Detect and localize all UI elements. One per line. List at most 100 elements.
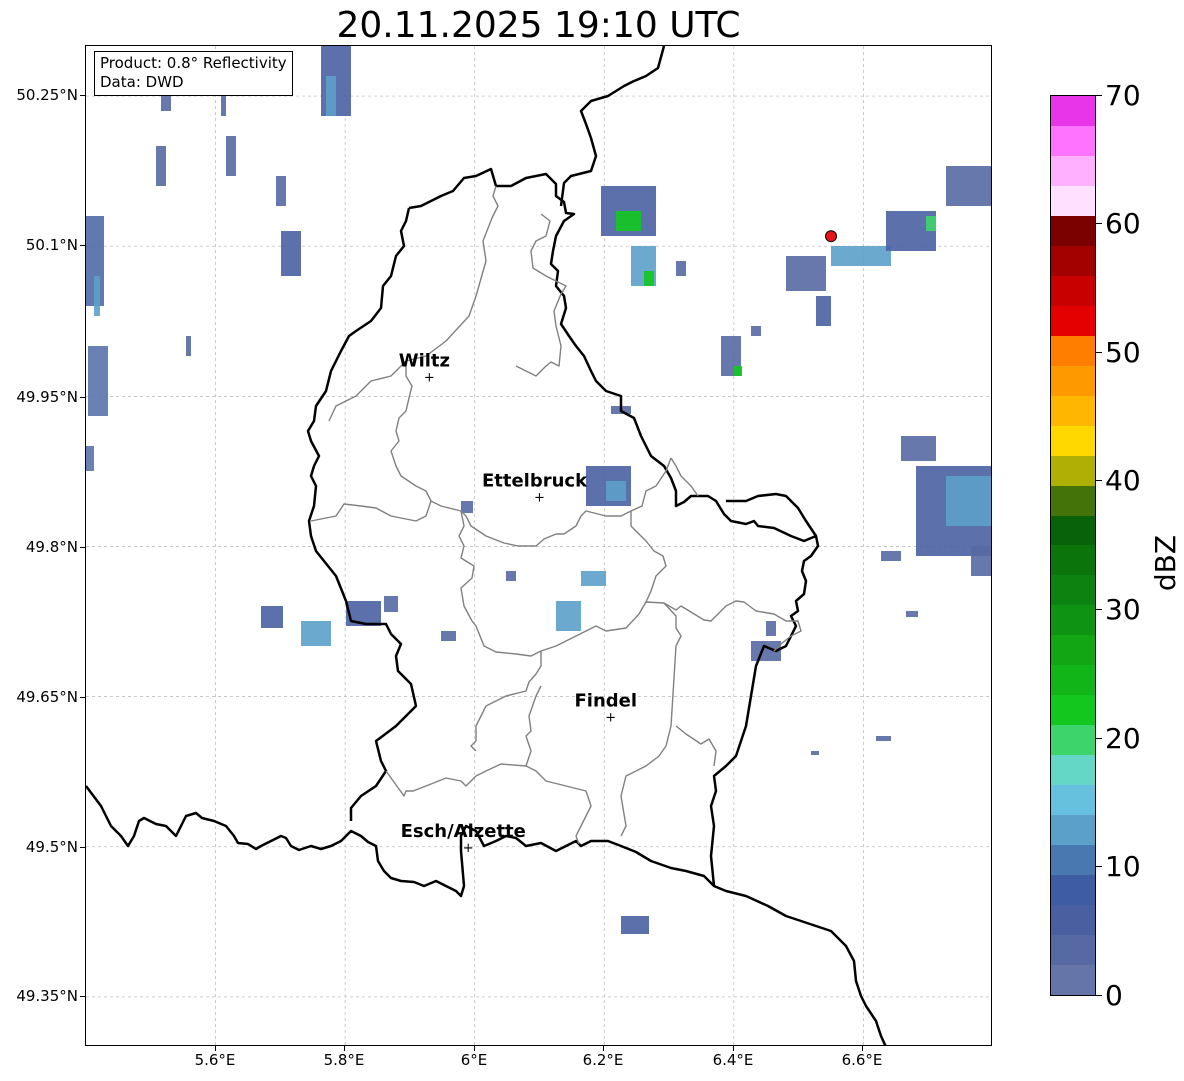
radar-echo [831, 246, 891, 266]
radar-echo [556, 601, 581, 631]
colorbar-segment [1051, 335, 1095, 366]
colorbar-tick [1096, 352, 1102, 353]
radar-echo [301, 621, 331, 646]
x-tick-mark [474, 1046, 475, 1051]
country-borders [86, 46, 887, 1045]
colorbar-segment [1051, 155, 1095, 186]
map-canvas: +Wiltz+Ettelbruck+Findel+Esch/Alzette [86, 46, 991, 1045]
colorbar-segment [1051, 665, 1095, 696]
y-tick-label: 49.5°N [25, 838, 78, 856]
colorbar-segment [1051, 245, 1095, 276]
colorbar-tick [1096, 223, 1102, 224]
radar-echo [881, 551, 901, 561]
radar-echo [734, 366, 742, 376]
lat-lon-grid [86, 46, 991, 1045]
colorbar-tick-label: 0 [1105, 979, 1123, 1012]
colorbar-segment [1051, 695, 1095, 726]
radar-echo [621, 916, 649, 934]
x-tick-label: 6.2°E [582, 1051, 624, 1069]
map-title: 20.11.2025 19:10 UTC [336, 5, 741, 46]
colorbar-tick-label: 40 [1105, 464, 1141, 497]
radar-echo [751, 326, 761, 336]
city-label: Ettelbruck [482, 470, 588, 491]
radar-echo [676, 261, 686, 276]
radar-echo [926, 216, 936, 231]
x-tick-label: 5.6°E [194, 1051, 236, 1069]
colorbar-segment [1051, 875, 1095, 906]
city-label: Wiltz [399, 350, 450, 371]
y-tick-label: 49.65°N [16, 688, 78, 706]
x-tick-mark [733, 1046, 734, 1051]
radar-echo [946, 166, 991, 206]
colorbar-segment [1051, 485, 1095, 516]
radar-echo [616, 211, 641, 231]
colorbar-segment [1051, 395, 1095, 426]
dbz-colorbar [1050, 95, 1096, 996]
radar-site-marker [825, 230, 838, 243]
colorbar-segment [1051, 455, 1095, 486]
colorbar-title: dBZ [1149, 534, 1182, 592]
radar-site-icon [825, 230, 838, 243]
colorbar-tick-label: 60 [1105, 207, 1141, 240]
y-tick-mark [80, 245, 85, 246]
radar-echo [786, 256, 826, 291]
colorbar-segment [1051, 725, 1095, 756]
radar-echo [971, 546, 991, 576]
y-tick-label: 49.35°N [16, 987, 78, 1005]
city-marker-icon: + [424, 370, 435, 385]
colorbar-segment [1051, 605, 1095, 636]
radar-echo [384, 596, 398, 612]
x-tick-label: 5.8°E [323, 1051, 365, 1069]
x-tick-label: 6.6°E [841, 1051, 883, 1069]
city-marker-icon: + [605, 711, 616, 726]
radar-echo [156, 146, 166, 186]
y-tick-label: 49.8°N [25, 538, 78, 556]
radar-map[interactable]: + Wiltz + Ettelbruck + Findel + Esch/Alzette [85, 45, 992, 1046]
colorbar-segment [1051, 95, 1095, 126]
city-label: Esch/Alzette [401, 821, 526, 842]
colorbar-segment [1051, 905, 1095, 936]
colorbar-tick-label: 30 [1105, 593, 1141, 626]
colorbar-tick [1096, 609, 1102, 610]
product-info-box: Product: 0.8° Reflectivity Data: DWD [94, 51, 293, 96]
y-tick-label: 50.1°N [25, 236, 78, 254]
colorbar-tick-label: 10 [1105, 850, 1141, 883]
city-label: Findel [574, 691, 637, 712]
colorbar-segment [1051, 845, 1095, 876]
colorbar-segment [1051, 785, 1095, 816]
radar-echo [461, 501, 473, 513]
colorbar-tick [1096, 95, 1102, 96]
y-tick-mark [80, 996, 85, 997]
luxembourg-border [86, 167, 820, 898]
radar-echo [901, 436, 936, 461]
y-tick-mark [80, 547, 85, 548]
x-tick-label: 6°E [460, 1051, 488, 1069]
y-tick-mark [80, 847, 85, 848]
colorbar-segment [1051, 215, 1095, 246]
colorbar-segment [1051, 125, 1095, 156]
colorbar-tick [1096, 995, 1102, 996]
city-markers: +Wiltz+Ettelbruck+Findel+Esch/Alzette [399, 350, 637, 855]
colorbar-segment [1051, 185, 1095, 216]
radar-echo [226, 136, 236, 176]
x-tick-mark [215, 1046, 216, 1051]
data-source-label: Data: DWD [100, 73, 184, 91]
colorbar-tick-label: 70 [1105, 79, 1141, 112]
radar-echo [506, 571, 516, 581]
colorbar-segment [1051, 755, 1095, 786]
radar-echo [816, 296, 831, 326]
german-border-south [713, 884, 887, 1045]
colorbar-segment [1051, 365, 1095, 396]
colorbar-segment [1051, 425, 1095, 456]
radar-echo [88, 346, 108, 416]
y-tick-mark [80, 397, 85, 398]
radar-echo [644, 271, 654, 286]
radar-echo [766, 621, 776, 636]
radar-echo [606, 481, 626, 501]
radar-echo [581, 571, 606, 586]
radar-echo [86, 446, 94, 471]
colorbar-tick-label: 50 [1105, 336, 1141, 369]
radar-echo [906, 611, 918, 617]
radar-echo [281, 231, 301, 276]
x-tick-label: 6.4°E [712, 1051, 754, 1069]
